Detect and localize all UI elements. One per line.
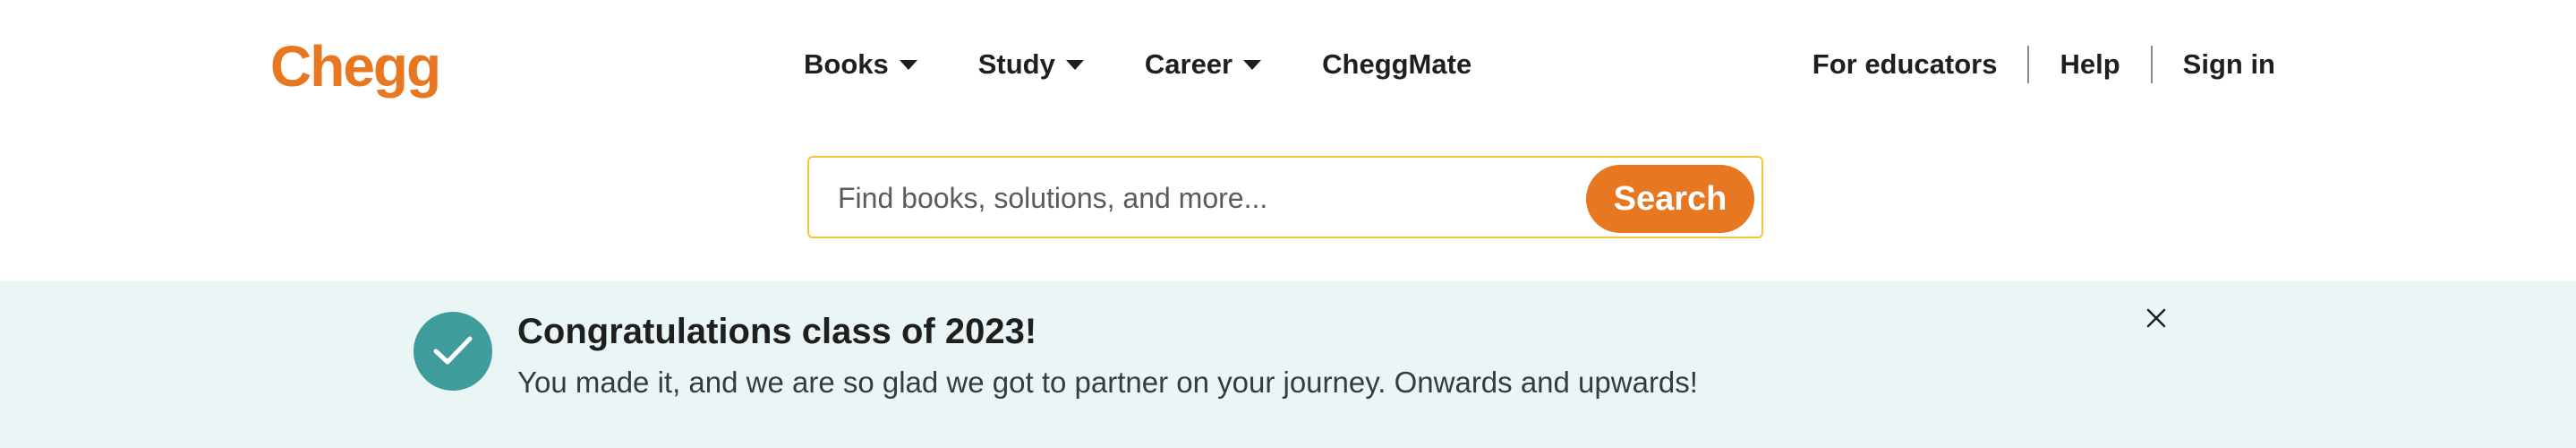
chegg-logo[interactable]: Chegg [270,30,441,102]
nav-career[interactable]: Career [1144,48,1262,81]
nav-career-label: Career [1144,48,1233,80]
close-icon [2146,308,2166,328]
search-bar: Search [807,156,1763,238]
nav-cheggmate-label: CheggMate [1322,48,1472,80]
checkmark-badge [414,312,492,391]
nav-study[interactable]: Study [978,48,1084,81]
sign-in-link[interactable]: Sign in [2183,48,2275,81]
nav-study-label: Study [977,48,1055,80]
search-button[interactable]: Search [1586,165,1754,233]
caret-down-icon [1065,59,1084,70]
checkmark-icon [433,336,473,365]
header: Chegg Books Study Career CheggMate For e… [0,0,2576,134]
nav-divider [2027,46,2030,83]
help-link[interactable]: Help [2060,48,2120,81]
caret-down-icon [1243,59,1262,70]
search-input[interactable] [836,174,1556,222]
nav-cheggmate[interactable]: CheggMate [1322,48,1471,81]
caret-down-icon [899,59,917,70]
banner-message: You made it, and we are so glad we got t… [517,366,1698,399]
congrats-banner: Congratulations class of 2023! You made … [0,281,2576,448]
banner-title: Congratulations class of 2023! [517,312,1037,351]
page: Chegg Books Study Career CheggMate For e… [0,0,2576,448]
main-nav: Books Study Career CheggMate [804,39,1532,90]
nav-books[interactable]: Books [804,48,917,81]
account-nav: For educators Help Sign in [1813,39,2275,90]
nav-divider [2150,46,2153,83]
for-educators-link[interactable]: For educators [1813,48,1998,81]
nav-books-label: Books [804,48,889,80]
close-banner-button[interactable] [2143,305,2170,332]
